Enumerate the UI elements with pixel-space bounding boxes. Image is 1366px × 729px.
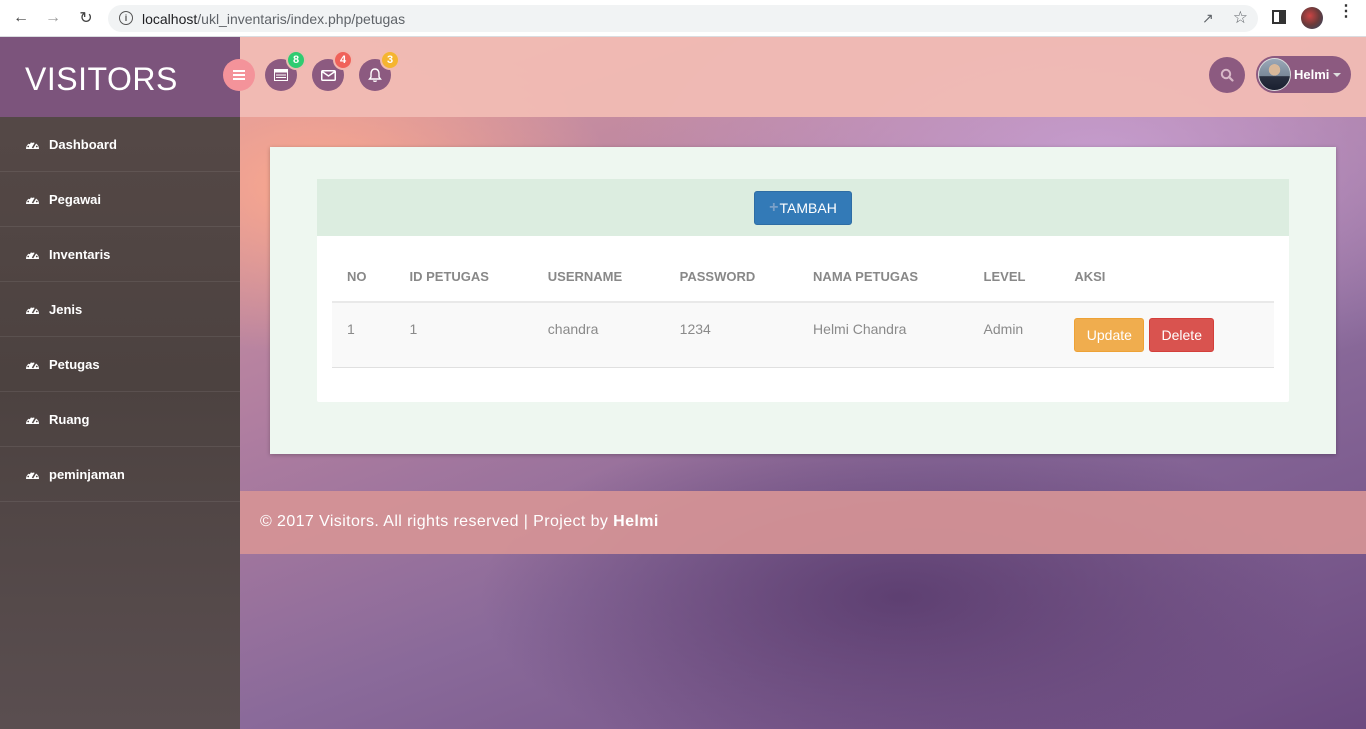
envelope-icon <box>320 69 336 81</box>
dashboard-icon <box>26 470 39 479</box>
footer-copyright: © 2017 Visitors. All rights reserved | P… <box>260 513 609 530</box>
back-icon[interactable]: ← <box>11 8 31 28</box>
sidebar-item-petugas[interactable]: Petugas <box>0 337 240 392</box>
content-panel: + TAMBAH NO ID PETUGAS USERNAME PASSWORD NAM… <box>270 147 1336 454</box>
cell-level: Admin <box>968 302 1060 368</box>
column-header: USERNAME <box>532 251 665 303</box>
reload-icon[interactable]: ↻ <box>76 8 96 28</box>
sidebar: VISITORS Dashboard Pegawai Inventaris Jenis… <box>0 37 240 729</box>
forward-icon[interactable]: → <box>43 8 63 28</box>
cell-nama: Helmi Chandra <box>798 302 969 368</box>
hamburger-icon <box>233 70 245 80</box>
dashboard-icon <box>26 195 39 204</box>
sidebar-item-label: Inventaris <box>49 246 111 262</box>
sidebar-item-label: peminjaman <box>49 466 125 482</box>
brand-logo[interactable]: VISITORS <box>25 61 178 98</box>
sidebar-item-label: Jenis <box>49 301 83 317</box>
dashboard-icon <box>26 305 39 314</box>
user-avatar <box>1258 58 1291 91</box>
user-menu[interactable]: Helmi <box>1256 56 1351 93</box>
sidebar-item-label: Pegawai <box>49 191 102 207</box>
cell-password: 1234 <box>664 302 799 368</box>
sidebar-toggle-button[interactable] <box>223 59 255 91</box>
user-name: Helmi <box>1294 67 1330 82</box>
table-body: 1 1 chandra 1234 Helmi Chandra Admin Update De… <box>332 302 1274 368</box>
column-header: ID PETUGAS <box>394 251 533 303</box>
profile-avatar-icon[interactable] <box>1301 7 1323 29</box>
sidebar-menu: Dashboard Pegawai Inventaris Jenis Petugas Ru… <box>0 117 240 502</box>
column-header: NO <box>332 251 395 303</box>
tambah-label: TAMBAH <box>779 200 837 216</box>
footer: © 2017 Visitors. All rights reserved | P… <box>240 491 1366 554</box>
sidebar-item-label: Petugas <box>49 356 100 372</box>
sidebar-item-dashboard[interactable]: Dashboard <box>0 117 240 172</box>
cell-id: 1 <box>394 302 533 368</box>
cell-no: 1 <box>332 302 395 368</box>
column-header: NAMA PETUGAS <box>798 251 969 303</box>
share-icon[interactable]: ↗ <box>1202 10 1218 26</box>
sidebar-item-ruang[interactable]: Ruang <box>0 392 240 447</box>
notifications-button[interactable]: 3 <box>359 50 400 91</box>
cell-aksi: Update Delete <box>1059 302 1274 368</box>
footer-author: Helmi <box>613 513 659 530</box>
petugas-table: NO ID PETUGAS USERNAME PASSWORD NAMA PETUGAS… <box>332 251 1274 368</box>
sidebar-item-inventaris[interactable]: Inventaris <box>0 227 240 282</box>
tasks-button[interactable]: 8 <box>265 50 306 91</box>
browser-menu-icon[interactable]: ⋮ <box>1338 4 1354 20</box>
messages-badge: 4 <box>333 50 353 70</box>
sidebar-item-label: Dashboard <box>49 136 117 152</box>
bell-icon <box>368 67 382 82</box>
sidebar-item-label: Ruang <box>49 411 90 427</box>
cell-username: chandra <box>532 302 665 368</box>
url-path: /ukl_inventaris/index.php/petugas <box>197 11 406 27</box>
tambah-button[interactable]: + TAMBAH <box>754 191 852 225</box>
dashboard-icon <box>26 140 39 149</box>
url-host: localhost <box>142 11 198 27</box>
dashboard-icon <box>26 250 39 259</box>
side-panel-icon[interactable] <box>1272 10 1286 24</box>
footer-text: © 2017 Visitors. All rights reserved | P… <box>260 513 659 531</box>
notifications-badge: 3 <box>380 50 400 70</box>
dashboard-icon <box>26 415 39 424</box>
browser-toolbar: ← → ↻ i localhost/ukl_inventaris/index.p… <box>0 0 1366 37</box>
dashboard-icon <box>26 360 39 369</box>
sidebar-item-peminjaman[interactable]: peminjaman <box>0 447 240 502</box>
messages-button[interactable]: 4 <box>312 50 353 91</box>
delete-button[interactable]: Delete <box>1149 317 1215 352</box>
plus-icon: + <box>769 199 779 216</box>
tasks-badge: 8 <box>286 50 306 70</box>
bookmark-star-icon[interactable]: ☆ <box>1233 8 1248 28</box>
sidebar-item-pegawai[interactable]: Pegawai <box>0 172 240 227</box>
column-header: PASSWORD <box>664 251 799 303</box>
table-header-row: NO ID PETUGAS USERNAME PASSWORD NAMA PETUGAS… <box>332 251 1274 303</box>
tasks-icon <box>274 69 288 81</box>
card-header: + TAMBAH <box>317 179 1289 236</box>
brand-header: VISITORS <box>0 37 240 117</box>
petugas-card: + TAMBAH NO ID PETUGAS USERNAME PASSWORD NAM… <box>317 179 1289 402</box>
top-navbar: 8 4 3 Helmi <box>223 37 1366 117</box>
site-info-icon[interactable]: i <box>119 11 133 25</box>
column-header: AKSI <box>1059 251 1274 303</box>
update-button[interactable]: Update <box>1074 317 1145 352</box>
table-row: 1 1 chandra 1234 Helmi Chandra Admin Update De… <box>332 302 1274 368</box>
search-button[interactable] <box>1209 57 1245 93</box>
address-bar[interactable]: i localhost/ukl_inventaris/index.php/pet… <box>108 5 1258 32</box>
url-text[interactable]: localhost/ukl_inventaris/index.php/petug… <box>142 11 405 27</box>
search-icon <box>1220 68 1234 82</box>
column-header: LEVEL <box>968 251 1060 303</box>
caret-down-icon <box>1333 73 1341 77</box>
sidebar-item-jenis[interactable]: Jenis <box>0 282 240 337</box>
